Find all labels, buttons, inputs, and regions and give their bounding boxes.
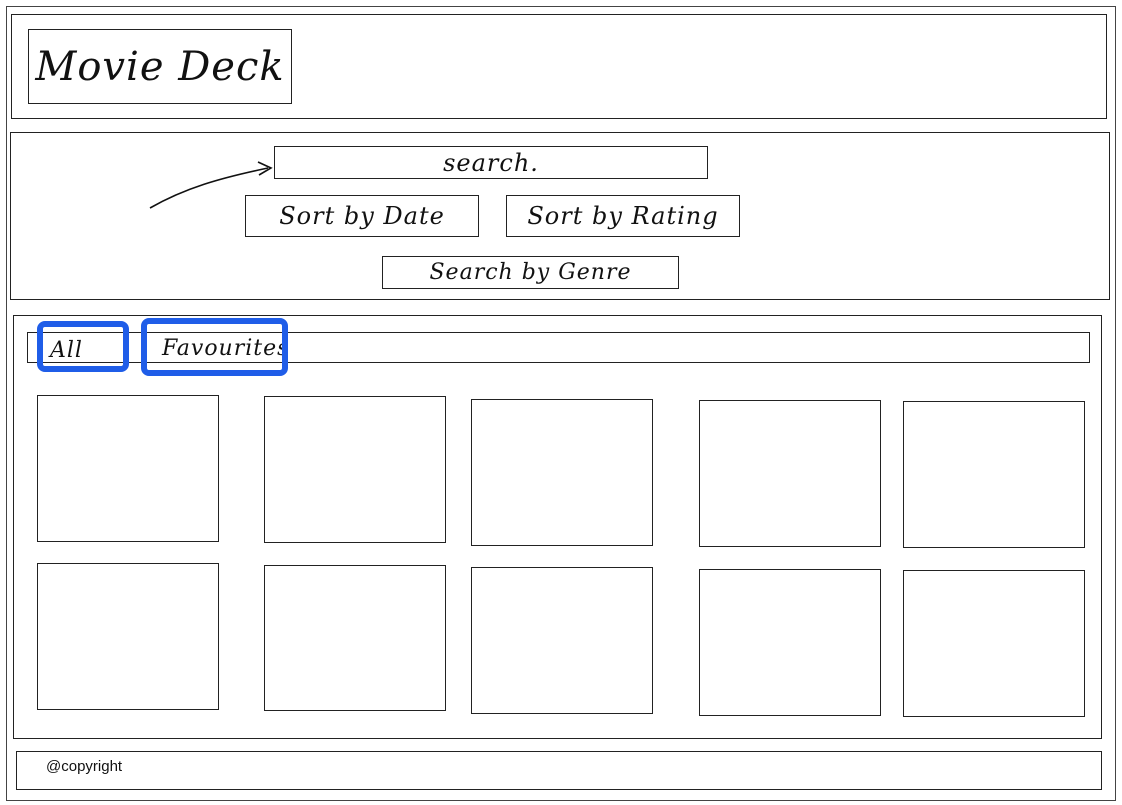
movie-card-7[interactable] [264,565,446,711]
movie-card-6[interactable] [37,563,219,710]
sort-by-rating-button[interactable]: Sort by Rating [506,195,740,237]
sort-by-date-label: Sort by Date [279,202,445,230]
sort-by-date-button[interactable]: Sort by Date [245,195,479,237]
search-placeholder: search. [443,148,539,177]
movie-card-2[interactable] [264,396,446,543]
movie-card-1[interactable] [37,395,219,542]
search-input[interactable]: search. [274,146,708,179]
sort-by-rating-label: Sort by Rating [527,202,719,230]
movie-card-3[interactable] [471,399,653,546]
search-by-genre-button[interactable]: Search by Genre [382,256,679,289]
movie-card-4[interactable] [699,400,881,547]
movie-card-8[interactable] [471,567,653,714]
footer-copyright: @copyright [46,758,123,775]
tab-favourites-highlight [141,318,288,376]
search-by-genre-label: Search by Genre [429,260,632,285]
app-title-text: Movie Deck [35,43,285,90]
movie-card-5[interactable] [903,401,1085,548]
footer-bar [16,751,1102,790]
movie-card-10[interactable] [903,570,1085,717]
app-title: Movie Deck [28,29,292,104]
movie-card-9[interactable] [699,569,881,716]
tab-all-highlight [37,321,129,372]
